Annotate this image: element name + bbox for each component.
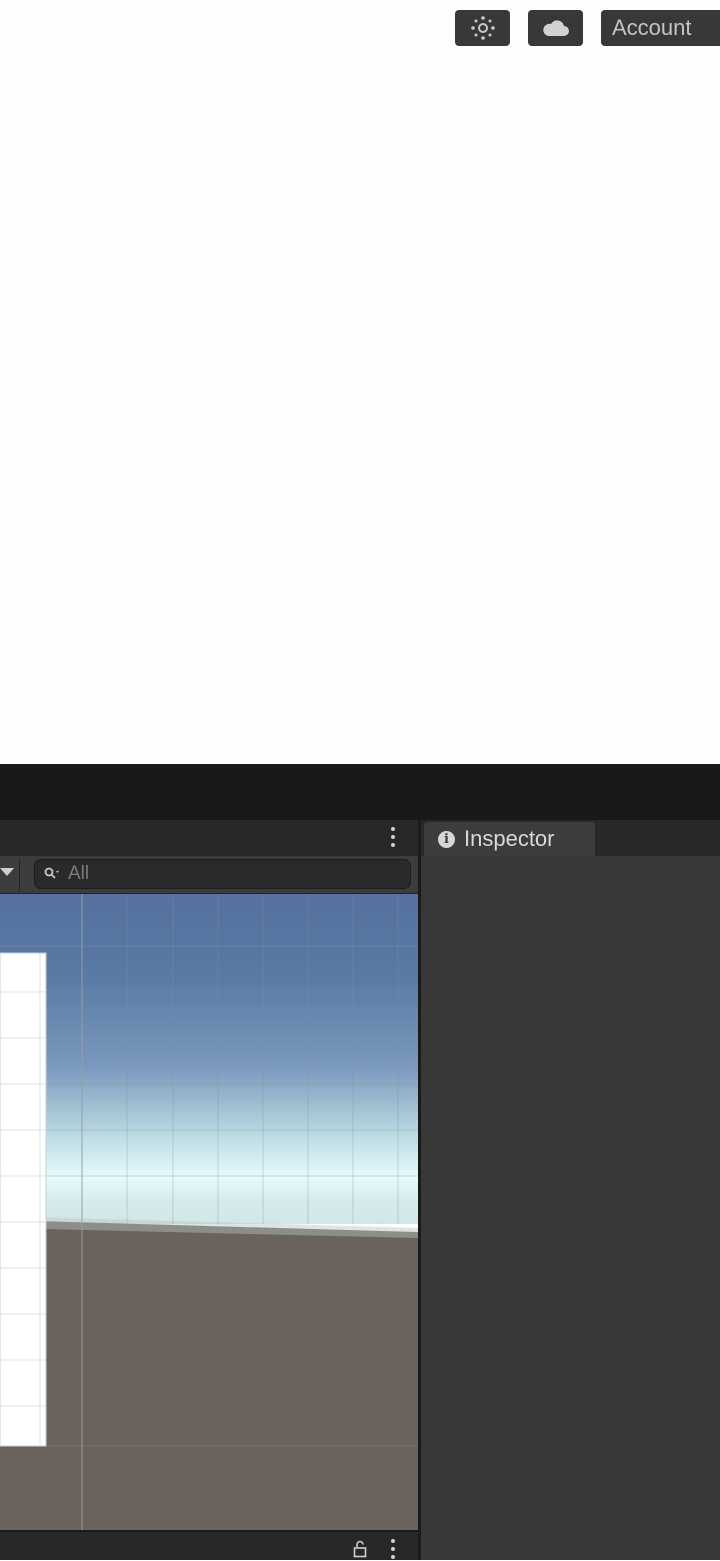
cloud-button[interactable]: [528, 10, 583, 46]
services-button[interactable]: [455, 10, 510, 46]
info-icon: i: [438, 830, 455, 848]
tab-inspector[interactable]: i Inspector: [424, 822, 595, 856]
scene-viewport[interactable]: [0, 894, 418, 1530]
inspector-body: [421, 856, 720, 1560]
search-placeholder: All: [68, 863, 90, 884]
toolbar-separator: [19, 858, 20, 892]
account-label: Account: [612, 15, 692, 40]
dropdown-arrow-icon[interactable]: [0, 868, 14, 876]
search-input[interactable]: All: [34, 859, 411, 889]
blank-area: [0, 0, 720, 764]
sun-dots-icon: [470, 16, 495, 40]
inspector-tab-label: Inspector: [464, 826, 555, 851]
kebab-menu-icon[interactable]: [389, 827, 397, 849]
lock-icon[interactable]: [353, 1540, 367, 1558]
canvas-rect[interactable]: [0, 952, 47, 1447]
main-toolbar: [0, 764, 720, 820]
search-icon: [44, 867, 59, 879]
cloud-icon: [542, 20, 569, 36]
account-button[interactable]: Account: [601, 10, 720, 46]
scene-panel-header: [0, 820, 418, 856]
kebab-menu-icon-bottom[interactable]: [389, 1539, 397, 1561]
